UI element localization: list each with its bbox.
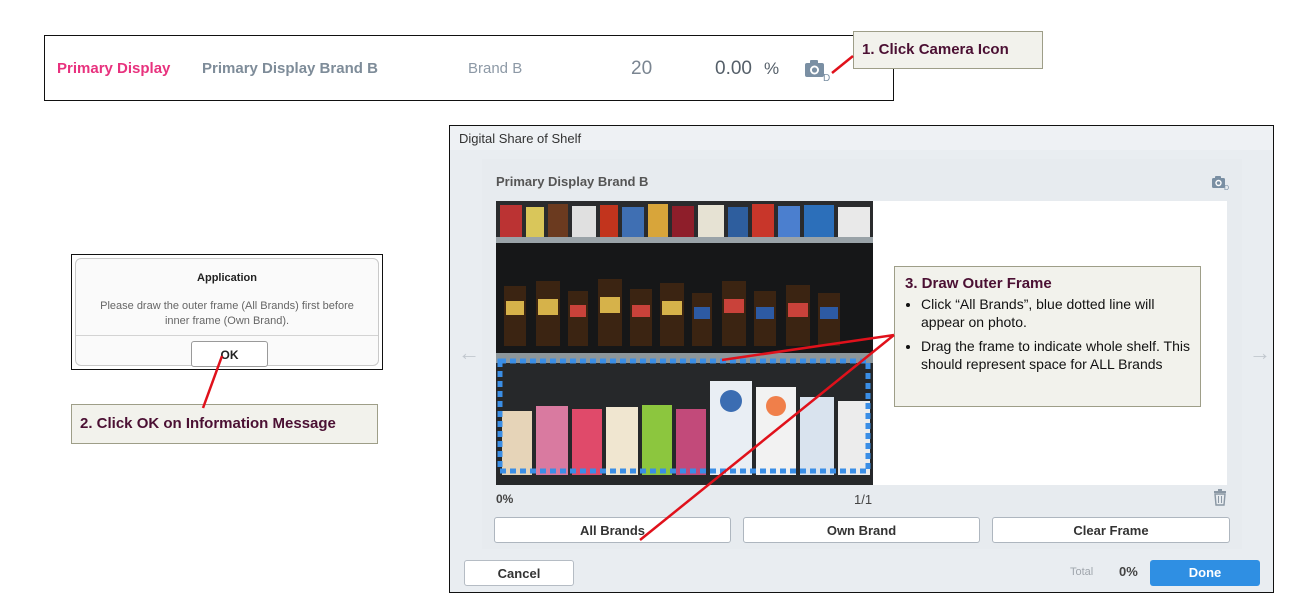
ok-button[interactable]: OK [191,341,268,367]
own-brand-button[interactable]: Own Brand [743,517,980,543]
card-title: Primary Display Brand B [496,174,649,189]
svg-text:D: D [823,73,830,82]
callout-step-3: 3. Draw Outer Frame Click “All Brands”, … [894,266,1201,407]
camera-icon[interactable]: D [804,58,832,84]
page-indicator: 1/1 [854,492,873,507]
callout-step-3-bullet-2: Drag the frame to indicate whole shelf. … [921,337,1190,373]
display-row: Primary Display Primary Display Brand B … [44,35,894,101]
percent-sign: % [764,59,780,78]
callout-step-3-title: 3. Draw Outer Frame [905,275,1052,292]
window-title: Digital Share of Shelf [450,126,1273,150]
alert-title: Application [197,272,257,284]
callout-step-2: 2. Click OK on Information Message [71,404,378,444]
svg-text:D: D [1224,185,1229,190]
next-arrow-icon[interactable]: → [1249,340,1271,366]
alert-divider [76,335,378,336]
total-label: Total [1070,566,1094,578]
count-value: 20 [631,58,653,79]
shelf-photo[interactable] [496,201,873,485]
total-value: 0% [1119,564,1138,579]
cancel-button[interactable]: Cancel [464,560,574,586]
alert-panel: Application Please draw the outer frame … [75,258,379,367]
prev-arrow-icon[interactable]: ← [458,340,480,366]
frame-percent: 0% [496,492,514,506]
display-type-label: Primary Display [57,60,171,77]
display-brand-name: Primary Display Brand B [202,60,378,77]
percent-value: 0.00 [715,58,752,79]
trash-icon[interactable] [1213,489,1227,506]
callout-step-1: 1. Click Camera Icon [853,31,1043,69]
callout-step-3-bullet-1: Click “All Brands”, blue dotted line wil… [921,295,1190,331]
alert-dialog: Application Please draw the outer frame … [71,254,383,370]
camera-icon-small[interactable]: D [1211,174,1231,192]
window-footer: Cancel Total 0% Done [450,550,1273,592]
alert-message: Please draw the outer frame (All Brands)… [100,300,354,327]
callout-step-3-list: Click “All Brands”, blue dotted line wil… [905,295,1190,373]
all-brands-button[interactable]: All Brands [494,517,731,543]
clear-frame-button[interactable]: Clear Frame [992,517,1230,543]
brand-label: Brand B [468,60,523,77]
done-button[interactable]: Done [1150,560,1260,586]
